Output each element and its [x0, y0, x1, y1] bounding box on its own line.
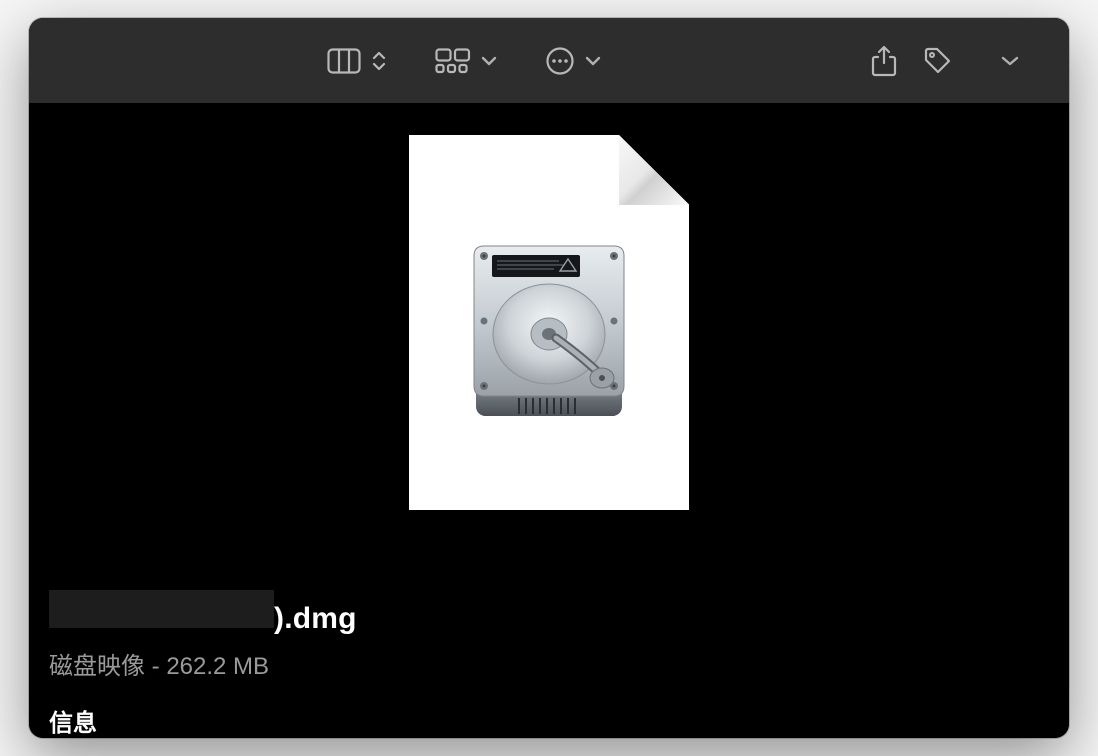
filename-redacted-part: [49, 590, 274, 628]
expand-group: [981, 55, 1039, 67]
content-area: ).dmg 磁盘映像 - 262.2 MB 信息: [29, 103, 1069, 738]
filename-visible-part: ).dmg: [274, 602, 357, 636]
gallery-view-button[interactable]: [435, 48, 471, 74]
filename: ).dmg: [49, 590, 1049, 636]
gallery-group: [415, 48, 517, 74]
toolbar: [29, 18, 1069, 103]
actions-menu-icon: [545, 46, 575, 76]
file-kind: 磁盘映像: [49, 653, 145, 680]
share-icon: [871, 45, 897, 77]
file-size: 262.2 MB: [166, 653, 269, 680]
view-switch-button[interactable]: [371, 49, 387, 73]
file-info: ).dmg 磁盘映像 - 262.2 MB 信息: [29, 510, 1069, 738]
chevron-down-icon: [585, 55, 601, 67]
share-tags-group: [851, 45, 973, 77]
info-section-header: 信息: [49, 703, 1049, 738]
file-preview[interactable]: [29, 103, 1069, 510]
columns-view-icon: [327, 48, 361, 74]
expand-button[interactable]: [1001, 55, 1019, 67]
actions-menu-button[interactable]: [545, 46, 575, 76]
tags-button[interactable]: [923, 46, 953, 76]
actions-options-button[interactable]: [585, 55, 601, 67]
chevron-down-icon: [1001, 55, 1019, 67]
chevron-down-icon: [481, 55, 497, 67]
disk-image-glyph: [464, 238, 634, 438]
gallery-options-button[interactable]: [481, 55, 497, 67]
finder-preview-window: ).dmg 磁盘映像 - 262.2 MB 信息: [29, 18, 1069, 738]
gallery-view-icon: [435, 48, 471, 74]
updown-chevron-icon: [371, 49, 387, 73]
actions-group: [525, 46, 621, 76]
tags-icon: [923, 46, 953, 76]
file-kind-size: 磁盘映像 - 262.2 MB: [49, 646, 1049, 681]
columns-view-button[interactable]: [327, 48, 361, 74]
dmg-file-icon: [409, 135, 689, 510]
page-fold: [619, 135, 689, 205]
share-button[interactable]: [871, 45, 897, 77]
view-controls-group: [307, 48, 407, 74]
